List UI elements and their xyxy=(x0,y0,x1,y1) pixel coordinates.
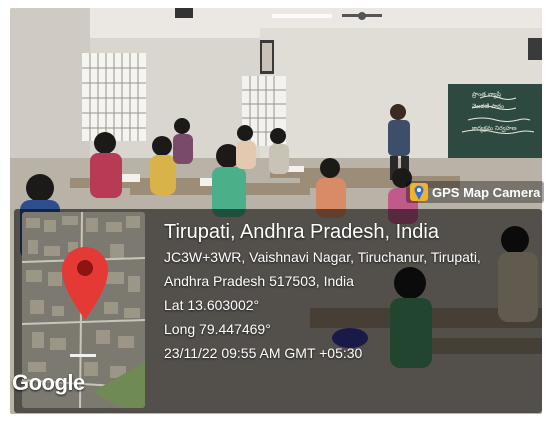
latitude-text: Lat 13.603002° xyxy=(164,297,260,313)
longitude-text: Long 79.447469° xyxy=(164,321,271,337)
board-text-line: మొదటి పాఠం xyxy=(472,103,504,110)
location-info: Tirupati, Andhra Pradesh, India JC3W+3WR… xyxy=(164,219,542,365)
address-line-1: JC3W+3WR, Vaishnavi Nagar, Tiruchanur, T… xyxy=(164,249,481,265)
address-line-2: Andhra Pradesh 517503, India xyxy=(164,273,354,289)
board-text-line: ప్రాంత వ్యాప్తి xyxy=(471,91,502,99)
photo-frame: ప్రాంత వ్యాప్తి మొదటి పాఠం కార్యక్రమ నిర్వ… xyxy=(0,0,550,421)
window xyxy=(82,53,146,141)
google-attribution: Google xyxy=(12,370,85,395)
timestamp-text: 23/11/22 09:55 AM GMT +05:30 xyxy=(164,345,363,361)
place-name: Tirupati, Andhra Pradesh, India xyxy=(164,221,439,243)
app-badge-label: GPS Map Camera xyxy=(432,184,541,200)
gps-map-camera-badge: GPS Map Camera xyxy=(406,181,545,203)
gps-map-camera-icon xyxy=(410,183,428,201)
board-text-line: కార్యక్రమ నిర్వహణ xyxy=(472,125,517,133)
